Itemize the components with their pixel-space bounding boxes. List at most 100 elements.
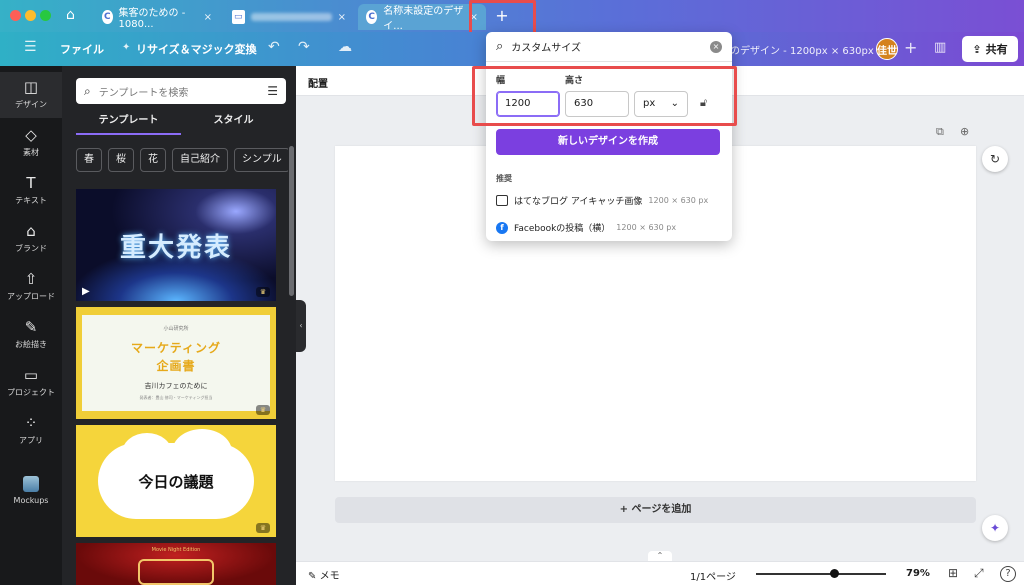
chevron-up-icon[interactable]: ⌃	[648, 551, 672, 561]
rail-item-label: お絵描き	[15, 340, 47, 349]
chip-spring[interactable]: 春	[76, 148, 102, 172]
rail-item-label: Mockups	[13, 496, 49, 505]
rail-item-apps[interactable]: ⁘ アプリ	[0, 408, 62, 454]
browser-tab[interactable]: C 集客のための - 1080... ×	[94, 4, 220, 30]
chip-self-intro[interactable]: 自己紹介	[172, 148, 228, 172]
resize-magic-button[interactable]: リサイズ＆マジック変換	[136, 41, 257, 57]
rail-item-label: ブランド	[15, 244, 47, 253]
filter-icon[interactable]: ☰	[267, 84, 278, 98]
tab-close-button[interactable]: ×	[338, 12, 346, 23]
template-small-text: Movie Night Edition	[151, 547, 201, 553]
refresh-icon[interactable]: ↻	[982, 146, 1008, 172]
recommendation-name: Facebookの投稿（横）	[514, 224, 611, 234]
chip-flower[interactable]: 花	[140, 148, 166, 172]
rail-item-mockups[interactable]: Mockups	[0, 468, 62, 514]
canva-favicon-icon: C	[102, 10, 113, 24]
avatar[interactable]: 佳世	[876, 38, 898, 60]
tab-title: 名称未設定のデザイ...	[383, 6, 464, 32]
rail-item-label: アップロード	[7, 292, 55, 301]
zoom-slider-knob[interactable]	[830, 569, 839, 578]
zoom-level[interactable]: 79%	[906, 568, 930, 579]
rail-item-upload[interactable]: ⇧ アップロード	[0, 264, 62, 310]
template-thumbnail[interactable]: Movie Night Edition	[76, 543, 276, 585]
template-thumbnail[interactable]: 重大発表 ▶ ♛	[76, 189, 276, 301]
elements-icon: ◇	[25, 126, 37, 144]
draw-icon: ✎	[24, 318, 38, 336]
duplicate-page-icon[interactable]: ⧉	[936, 125, 944, 139]
tab-close-button[interactable]: ×	[204, 12, 212, 23]
undo-icon[interactable]: ↶	[268, 39, 280, 55]
chip-sakura[interactable]: 桜	[108, 148, 134, 172]
page-indicator[interactable]: 1/1ページ	[690, 568, 736, 583]
help-button[interactable]: ?	[1000, 566, 1016, 582]
tab-templates[interactable]: テンプレート	[76, 111, 181, 135]
notes-label: メモ	[319, 571, 340, 582]
search-placeholder: テンプレートを検索	[98, 87, 189, 99]
play-icon: ▶	[82, 286, 90, 297]
add-collaborator-button[interactable]: +	[904, 38, 917, 57]
bottom-bar: ✎ メモ 1/1ページ 79% ⊞ ⤢ ?	[296, 561, 1024, 585]
share-icon: ⇪	[972, 42, 982, 56]
search-icon: ⌕	[496, 39, 504, 54]
browser-tab-active[interactable]: C 名称未設定のデザイ... ×	[358, 4, 486, 32]
document-title[interactable]: のデザイン - 1200px × 630px	[730, 42, 874, 57]
design-search-input[interactable]: ⌕ カスタムサイズ ×	[486, 32, 732, 62]
template-heading: 企画書	[156, 359, 196, 373]
magic-assistant-icon[interactable]: ✦	[982, 515, 1008, 541]
mockups-icon	[23, 476, 39, 492]
template-thumbnail[interactable]: 小山研究所 マーケティング 企画書 吉川カフェのために 発表者：豊山 修司・マー…	[76, 307, 276, 419]
rail-item-projects[interactable]: ▭ プロジェクト	[0, 360, 62, 406]
brand-icon: ⌂	[26, 222, 36, 240]
create-design-button[interactable]: 新しいデザインを作成	[496, 129, 720, 155]
marquee-frame	[138, 559, 214, 585]
rail-item-draw[interactable]: ✎ お絵描き	[0, 312, 62, 358]
chip-simple[interactable]: シンプル	[234, 148, 288, 172]
zoom-slider[interactable]	[756, 569, 886, 578]
collapse-panel-handle[interactable]: ‹	[296, 300, 306, 352]
browser-tab[interactable]: ▭ ×	[224, 4, 354, 30]
notes-icon: ✎	[308, 571, 317, 582]
position-button[interactable]: 配置	[308, 75, 328, 90]
filter-chips: 春 桜 花 自己紹介 シンプル	[76, 148, 288, 172]
template-search-input[interactable]: ⌕ テンプレートを検索 ☰	[76, 78, 286, 104]
notes-button[interactable]: ✎ メモ	[308, 567, 340, 582]
redo-icon[interactable]: ↷	[298, 39, 310, 55]
rail-item-text[interactable]: T テキスト	[0, 168, 62, 214]
upload-icon: ⇧	[24, 270, 38, 288]
add-page-button[interactable]: + ページを追加	[335, 497, 976, 523]
add-page-icon[interactable]: ⊕	[960, 125, 969, 138]
rail-item-elements[interactable]: ◇ 素材	[0, 120, 62, 166]
rail-item-brand[interactable]: ⌂ ブランド	[0, 216, 62, 262]
analytics-icon[interactable]: ▥	[934, 40, 946, 55]
template-small-text: 小山研究所	[163, 326, 189, 332]
panel-scrollbar[interactable]	[289, 146, 294, 296]
recommendation-name: はてなブログ アイキャッチ画像	[514, 197, 643, 207]
fullscreen-icon[interactable]: ⤢	[974, 566, 984, 581]
file-menu[interactable]: ファイル	[60, 41, 104, 57]
template-card-inner: 小山研究所 マーケティング 企画書 吉川カフェのために 発表者：豊山 修司・マー…	[82, 315, 270, 411]
facebook-icon: f	[496, 221, 508, 234]
rail-item-label: デザイン	[15, 100, 47, 109]
recommended-heading: 推奨	[496, 174, 512, 183]
template-thumbnail[interactable]: 今日の議題 ♛	[76, 425, 276, 537]
menu-icon[interactable]: ☰	[24, 39, 37, 55]
recommendation-item[interactable]: f Facebookの投稿（横） 1200 × 630 px	[496, 221, 676, 234]
minimize-window-button[interactable]	[25, 10, 36, 21]
recommendation-item[interactable]: はてなブログ アイキャッチ画像 1200 × 630 px	[496, 194, 708, 207]
panel-tabs: テンプレート スタイル	[76, 111, 286, 135]
home-icon[interactable]: ⌂	[66, 7, 84, 25]
clear-icon[interactable]: ×	[710, 40, 722, 53]
rail-item-design[interactable]: ◫ デザイン	[0, 72, 62, 118]
tab-styles[interactable]: スタイル	[181, 111, 286, 135]
grid-view-icon[interactable]: ⊞	[948, 566, 958, 580]
cloud-save-icon[interactable]: ☁	[338, 39, 352, 55]
template-panel: ⌕ テンプレートを検索 ☰ テンプレート スタイル 春 桜 花 自己紹介 シンプ…	[62, 66, 296, 585]
maximize-window-button[interactable]	[40, 10, 51, 21]
close-window-button[interactable]	[10, 10, 21, 21]
apps-icon: ⁘	[24, 414, 38, 432]
template-title: 重大発表	[119, 233, 232, 263]
folder-icon: ▭	[23, 366, 39, 384]
rail-item-label: アプリ	[19, 436, 43, 445]
sparkle-icon: ✦	[122, 42, 131, 53]
share-button[interactable]: ⇪ 共有	[962, 36, 1018, 62]
